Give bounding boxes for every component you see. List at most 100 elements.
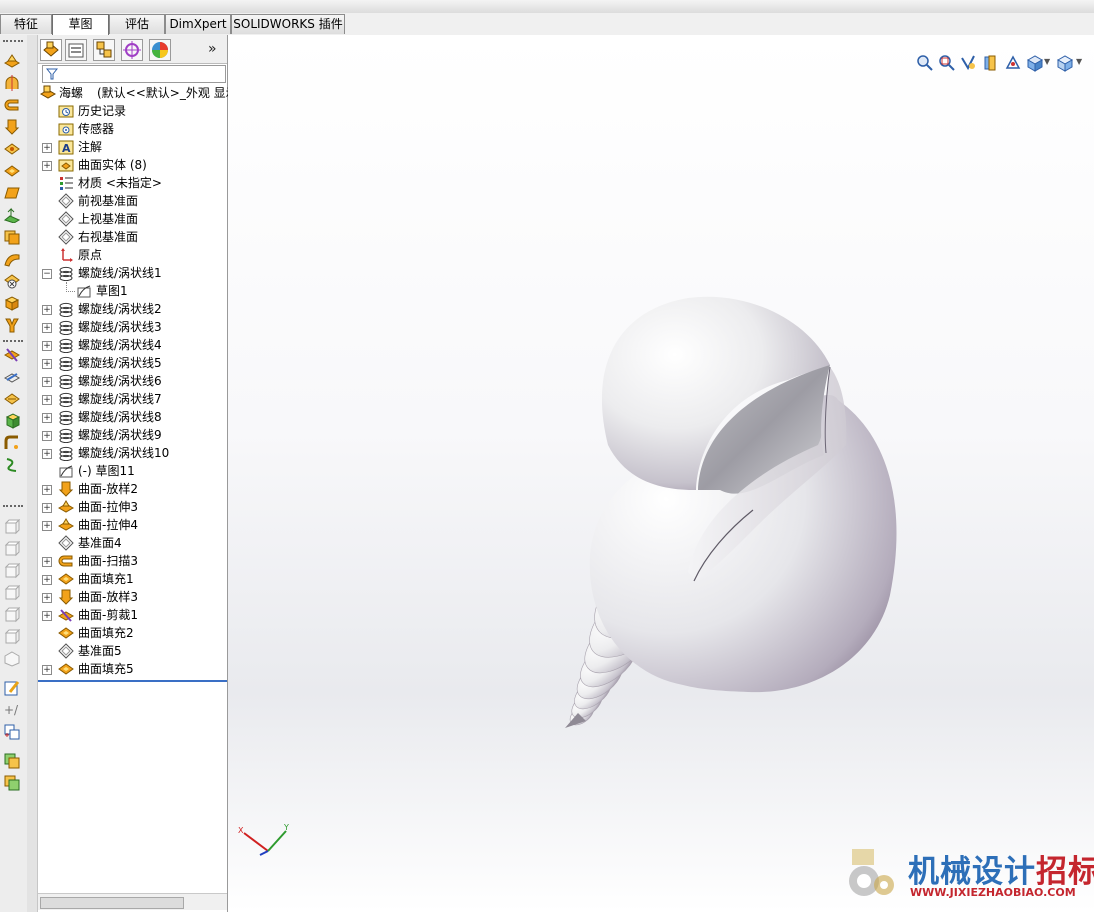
tree-item-label: 前视基准面 bbox=[78, 194, 139, 208]
instant3d-icon[interactable] bbox=[4, 775, 20, 791]
tab-feature-manager[interactable] bbox=[40, 39, 62, 61]
tab-configuration-manager[interactable] bbox=[93, 39, 115, 61]
triad-x-label: X bbox=[238, 826, 244, 835]
reference-geometry-icon[interactable] bbox=[4, 753, 20, 769]
lofted-surface-icon[interactable] bbox=[4, 119, 20, 135]
design-table-icon[interactable] bbox=[4, 680, 20, 696]
expand-panel-chevron-icon[interactable]: » bbox=[208, 41, 217, 57]
expand-plus-icon[interactable]: + bbox=[42, 449, 52, 459]
watermark-url: WWW.JIXIEZHAOBIAO.COM bbox=[910, 886, 1076, 899]
display-manager-icon bbox=[152, 42, 168, 58]
replace-face-icon[interactable] bbox=[4, 295, 20, 311]
tab-display-manager[interactable] bbox=[149, 39, 171, 61]
offset-surface-icon[interactable] bbox=[4, 207, 20, 223]
expand-plus-icon[interactable]: + bbox=[42, 611, 52, 621]
tab-sketch[interactable]: 草图 bbox=[52, 14, 109, 36]
watermark-gear-logo bbox=[849, 849, 894, 896]
collapse-minus-icon[interactable]: − bbox=[42, 269, 52, 279]
expand-plus-icon[interactable]: + bbox=[42, 665, 52, 675]
expand-plus-icon[interactable]: + bbox=[42, 377, 52, 387]
expand-plus-icon[interactable]: + bbox=[42, 485, 52, 495]
history-folder-icon bbox=[58, 105, 74, 118]
expand-plus-icon[interactable]: + bbox=[42, 557, 52, 567]
helix-icon bbox=[59, 374, 73, 389]
graphics-viewport[interactable]: ▼ ▼ X Y bbox=[228, 35, 1094, 912]
expand-plus-icon[interactable]: + bbox=[42, 575, 52, 585]
expand-plus-icon[interactable]: + bbox=[42, 359, 52, 369]
expand-plus-icon[interactable]: + bbox=[42, 395, 52, 405]
tree-item-label: 螺旋线/涡状线6 bbox=[78, 374, 162, 388]
view-left-icon[interactable] bbox=[4, 563, 20, 579]
planar-surface-icon[interactable] bbox=[4, 185, 20, 201]
property-manager-icon bbox=[68, 43, 84, 58]
tree-item-label: 螺旋线/涡状线1 bbox=[78, 266, 162, 280]
expand-plus-icon[interactable]: + bbox=[42, 323, 52, 333]
thicken-icon[interactable] bbox=[4, 413, 20, 429]
plane-icon bbox=[58, 229, 74, 245]
expand-plus-icon[interactable]: + bbox=[42, 341, 52, 351]
tree-item-label: 曲面-放样3 bbox=[78, 590, 138, 604]
ruled-surface-icon[interactable] bbox=[4, 229, 20, 245]
surface-fill-icon bbox=[58, 627, 74, 639]
fillet-surface-icon[interactable] bbox=[4, 435, 20, 451]
view-bottom-icon[interactable] bbox=[4, 629, 20, 645]
view-front-icon[interactable] bbox=[4, 519, 20, 535]
tree-rollback-bar[interactable] bbox=[38, 680, 227, 682]
extend-surface-icon[interactable] bbox=[4, 317, 20, 333]
tab-features[interactable]: 特征 bbox=[0, 14, 52, 34]
tab-evaluate[interactable]: 评估 bbox=[109, 14, 165, 34]
tree-item-label: 曲面-拉伸3 bbox=[78, 500, 138, 514]
toolbar-grip[interactable] bbox=[3, 505, 23, 510]
split-line-icon[interactable] bbox=[4, 457, 20, 473]
tree-horizontal-scrollbar[interactable] bbox=[38, 893, 227, 910]
knit-surface-icon[interactable] bbox=[4, 391, 20, 407]
expand-plus-icon[interactable]: + bbox=[42, 431, 52, 441]
view-isometric-icon[interactable] bbox=[4, 651, 20, 667]
svg-text:A: A bbox=[62, 142, 71, 155]
tree-item-label: 曲面-剪裁1 bbox=[78, 608, 138, 622]
surface-trim-icon bbox=[58, 609, 74, 622]
boundary-surface-icon[interactable] bbox=[4, 141, 20, 157]
revolved-surface-icon[interactable] bbox=[4, 75, 20, 91]
toolbar-grip[interactable] bbox=[3, 340, 23, 345]
view-back-icon[interactable] bbox=[4, 541, 20, 557]
filled-surface-icon[interactable] bbox=[4, 163, 20, 179]
expand-plus-icon[interactable]: + bbox=[42, 305, 52, 315]
swept-surface-icon[interactable] bbox=[4, 97, 20, 113]
tab-dimxpert[interactable]: DimXpert bbox=[165, 14, 231, 34]
surface-loft-icon bbox=[58, 481, 74, 497]
tree-item-label: 螺旋线/涡状线2 bbox=[78, 302, 162, 316]
move-entities-icon[interactable] bbox=[4, 724, 20, 740]
view-right-icon[interactable] bbox=[4, 585, 20, 601]
trim-surface-icon[interactable] bbox=[4, 347, 20, 363]
delete-face-icon[interactable] bbox=[4, 273, 20, 289]
toolbar-grip[interactable] bbox=[3, 40, 23, 45]
expand-plus-icon[interactable]: + bbox=[42, 593, 52, 603]
scrollbar-thumb[interactable] bbox=[40, 897, 184, 909]
tree-item-label: 上视基准面 bbox=[78, 212, 139, 226]
helix-icon bbox=[59, 392, 73, 407]
smart-dimension-icon[interactable]: +/ bbox=[4, 702, 20, 718]
untrim-surface-icon[interactable] bbox=[4, 369, 20, 385]
expand-plus-icon[interactable]: + bbox=[42, 521, 52, 531]
extruded-surface-icon[interactable] bbox=[4, 53, 20, 69]
expand-plus-icon[interactable]: + bbox=[42, 503, 52, 513]
tree-item-label: 螺旋线/涡状线10 bbox=[78, 446, 170, 460]
expand-plus-icon[interactable]: + bbox=[42, 143, 52, 153]
helix-icon bbox=[59, 320, 73, 335]
helix-icon bbox=[59, 428, 73, 443]
tab-solidworks-addins[interactable]: SOLIDWORKS 插件 bbox=[231, 14, 345, 34]
seashell-model[interactable] bbox=[228, 35, 1094, 912]
panel-divider bbox=[27, 35, 38, 912]
top-toolbar-strip bbox=[0, 0, 1094, 14]
view-top-icon[interactable] bbox=[4, 607, 20, 623]
expand-plus-icon[interactable]: + bbox=[42, 413, 52, 423]
tree-item-label: 草图1 bbox=[96, 284, 128, 298]
tree-filter-input[interactable] bbox=[42, 65, 226, 83]
expand-plus-icon[interactable]: + bbox=[42, 161, 52, 171]
tree-item-label: 注解 bbox=[78, 140, 103, 154]
surface-flatten-icon[interactable] bbox=[4, 251, 20, 267]
tab-property-manager[interactable] bbox=[65, 39, 87, 61]
tab-dimxpert-manager[interactable] bbox=[121, 39, 143, 61]
part-config: (默认<<默认>_外观 显示 bbox=[97, 86, 238, 100]
